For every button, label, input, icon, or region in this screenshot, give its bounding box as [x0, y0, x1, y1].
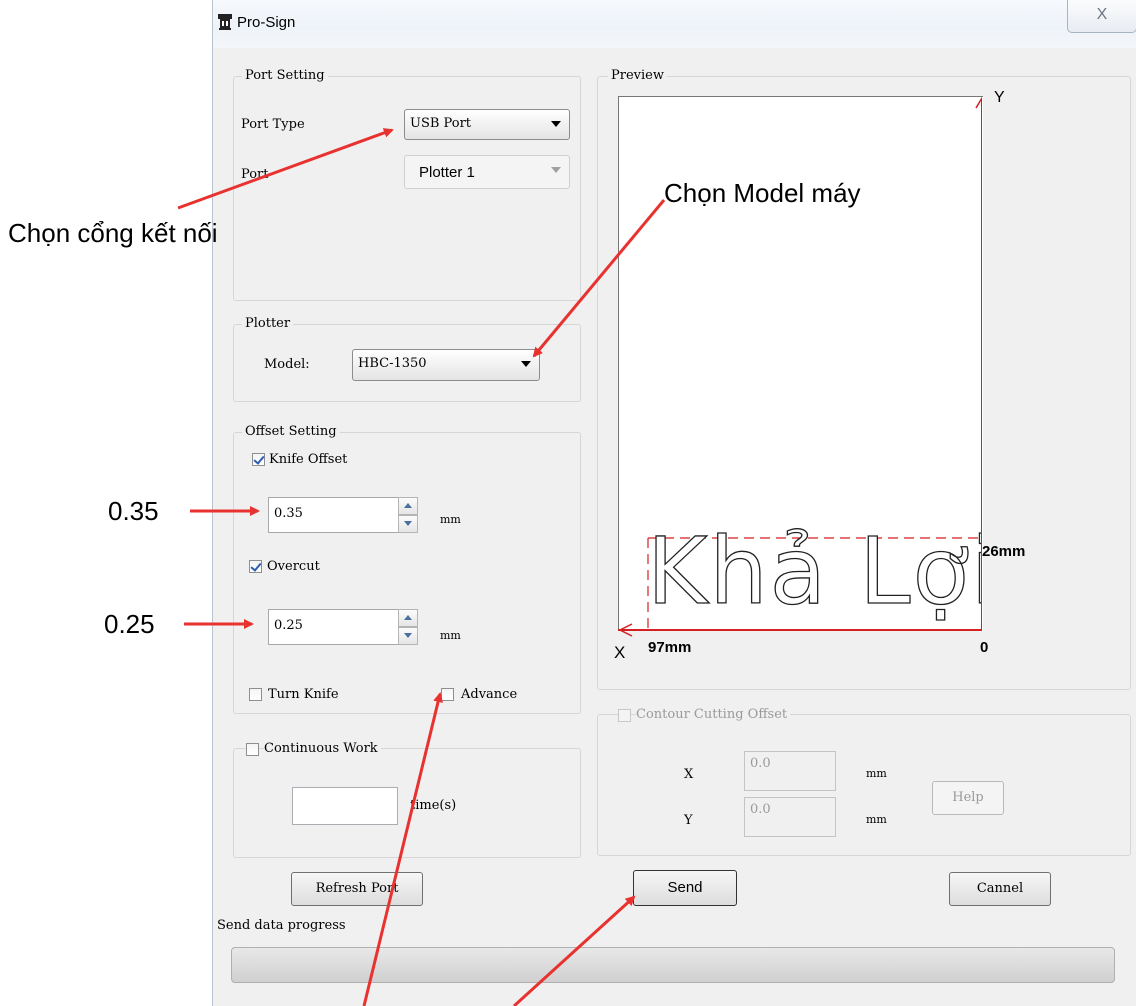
spin-down-icon[interactable]	[398, 515, 418, 533]
contour-y-label: Y	[684, 813, 693, 828]
port-value: Plotter 1	[419, 164, 475, 181]
contour-x-label: X	[684, 767, 694, 782]
send-progress-label: Send data progress	[217, 918, 346, 933]
help-button[interactable]: Help	[932, 781, 1004, 815]
height-dimension-label: 26mm	[982, 543, 1026, 560]
turn-knife-label: Turn Knife	[268, 687, 339, 702]
overcut-value: 0.25	[274, 618, 303, 633]
offset-setting-group: Offset Setting Knife Offset 0.35 mm Over…	[233, 424, 581, 714]
offset-setting-label: Offset Setting	[242, 424, 340, 439]
continuous-time-input[interactable]	[292, 787, 398, 825]
model-value: HBC-1350	[358, 356, 427, 371]
contour-y-input[interactable]: 0.0	[744, 797, 836, 837]
spin-up-icon[interactable]	[398, 497, 418, 515]
contour-y-value: 0.0	[750, 802, 771, 817]
knife-offset-annotation: 0.35	[108, 496, 159, 526]
continuous-work-checkbox[interactable]	[246, 743, 259, 756]
preview-label: Preview	[608, 68, 667, 83]
overcut-annotation: 0.25	[104, 609, 155, 639]
contour-x-unit: mm	[866, 767, 887, 780]
port-type-select[interactable]: USB Port	[404, 109, 570, 140]
overcut-unit: mm	[440, 629, 461, 642]
model-select[interactable]: HBC-1350	[352, 349, 540, 381]
continuous-work-label: Continuous Work	[264, 741, 381, 756]
port-label: Port	[241, 167, 269, 182]
turn-knife-checkbox[interactable]	[249, 688, 262, 701]
contour-checkbox[interactable]	[618, 709, 631, 722]
overcut-input[interactable]: 0.25	[268, 609, 418, 645]
overcut-label: Overcut	[267, 559, 320, 574]
continuous-work-group: Continuous Work time(s)	[233, 741, 581, 858]
overcut-spinner[interactable]	[398, 609, 418, 645]
knife-offset-spinner[interactable]	[398, 497, 418, 533]
preview-text-clip: Khả Lợi	[647, 528, 981, 630]
spin-down-icon[interactable]	[398, 627, 418, 645]
width-dimension-label: 97mm	[648, 639, 692, 656]
port-select[interactable]: Plotter 1	[404, 155, 570, 189]
spin-up-icon[interactable]	[398, 609, 418, 627]
knife-offset-unit: mm	[440, 513, 461, 526]
plotter-group: Plotter Model: HBC-1350	[233, 316, 581, 402]
overcut-checkbox[interactable]	[249, 560, 262, 573]
title-bar: Pro-Sign X	[213, 0, 1136, 48]
port-type-label: Port Type	[241, 117, 305, 132]
window-title: Pro-Sign	[237, 14, 296, 31]
y-axis-label: Y	[994, 89, 1005, 106]
port-annotation: Chọn cổng kết nối	[8, 218, 218, 248]
cancel-button[interactable]: Cannel	[949, 872, 1051, 906]
contour-label: Contour Cutting Offset	[636, 707, 791, 722]
port-setting-group: Port Setting Port Type USB Port Port Plo…	[233, 68, 581, 301]
app-icon	[218, 14, 232, 30]
advance-checkbox[interactable]	[441, 688, 454, 701]
contour-x-input[interactable]: 0.0	[744, 751, 836, 791]
port-setting-label: Port Setting	[242, 68, 328, 83]
port-type-value: USB Port	[410, 116, 472, 131]
model-annotation: Chọn Model máy	[664, 178, 861, 208]
time-unit-label: time(s)	[410, 798, 457, 813]
preview-group: Preview Khả Lợi Y 26mm X 97mm 0	[597, 68, 1131, 690]
origin-label: 0	[980, 639, 989, 656]
preview-canvas: Khả Lợi	[618, 96, 983, 637]
advance-label: Advance	[461, 687, 518, 702]
refresh-port-button[interactable]: Refresh Port	[291, 872, 423, 906]
model-label: Model:	[264, 357, 310, 372]
contour-y-unit: mm	[866, 813, 887, 826]
close-icon: X	[1096, 6, 1108, 23]
pro-sign-window: Pro-Sign X Port Setting Port Type USB Po…	[212, 0, 1136, 1006]
send-progress-bar	[231, 947, 1115, 983]
x-axis-label: X	[614, 643, 626, 662]
knife-offset-label: Knife Offset	[269, 452, 348, 467]
preview-sample-text: Khả Lợi	[647, 528, 981, 626]
contour-x-value: 0.0	[750, 756, 771, 771]
knife-offset-value: 0.35	[274, 506, 303, 521]
contour-group: Contour Cutting Offset X 0.0 mm Y 0.0 mm…	[597, 707, 1131, 856]
plotter-label: Plotter	[242, 316, 294, 331]
chevron-down-icon	[521, 361, 531, 367]
chevron-down-icon	[551, 167, 561, 173]
knife-offset-input[interactable]: 0.35	[268, 497, 418, 533]
send-button[interactable]: Send	[633, 870, 737, 906]
chevron-down-icon	[551, 121, 561, 127]
close-button[interactable]: X	[1067, 0, 1136, 33]
knife-offset-checkbox[interactable]	[252, 453, 265, 466]
